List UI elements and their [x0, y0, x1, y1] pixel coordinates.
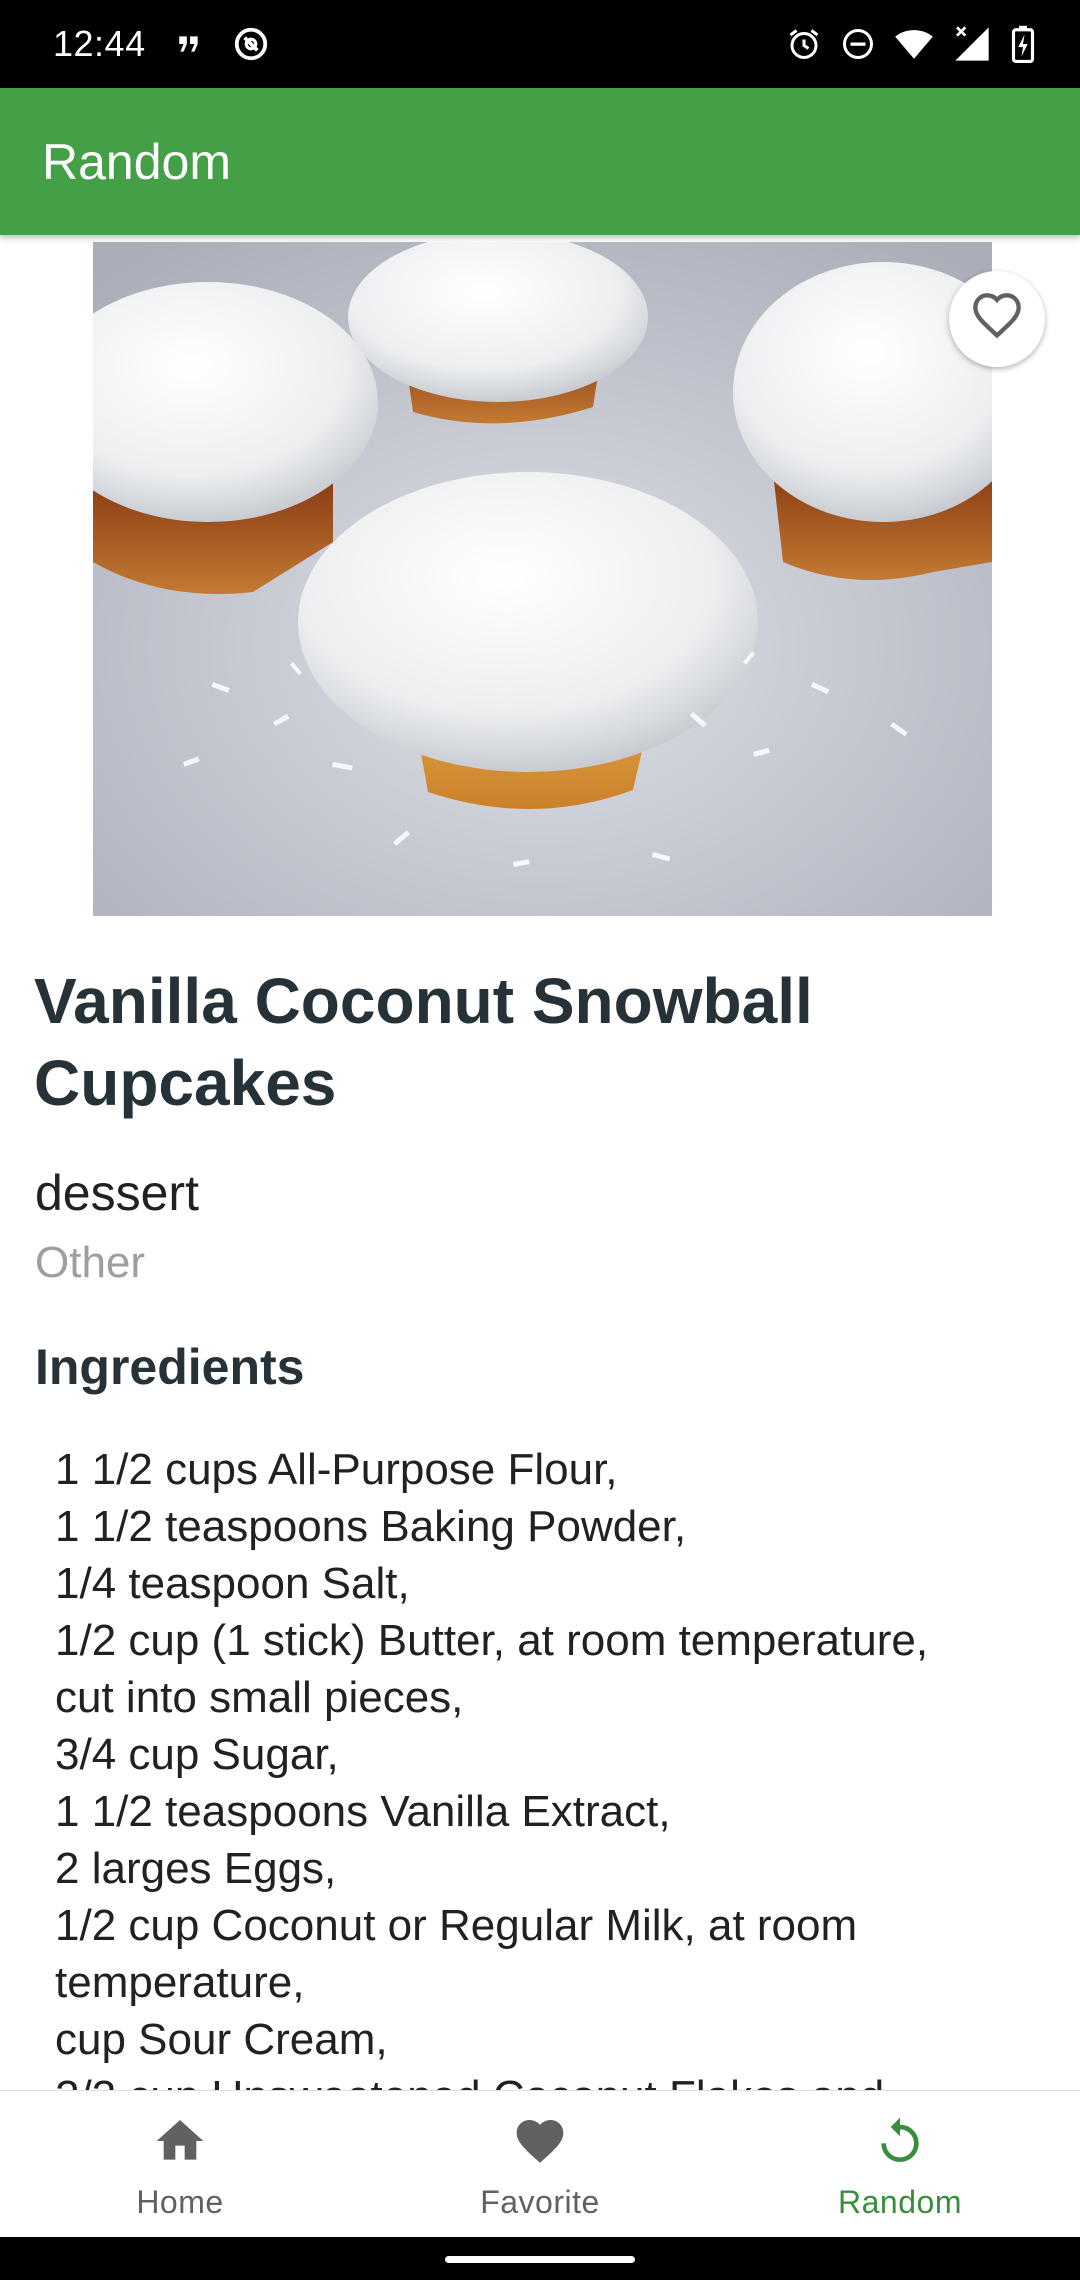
recipe-content[interactable]: Vanilla Coconut Snowball Cupcakes desser… — [0, 235, 1080, 2090]
nav-label-random: Random — [838, 2184, 962, 2220]
heart-outline-icon — [971, 291, 1023, 348]
nav-item-favorite[interactable]: Favorite — [360, 2091, 720, 2237]
status-left: 12:44 — [53, 23, 270, 65]
home-gesture-handle[interactable] — [445, 2256, 635, 2263]
ingredient-line: 1 1/2 teaspoons Baking Powder, — [55, 1502, 687, 1551]
ingredients-heading: Ingredients — [35, 1339, 305, 1395]
ingredients-list: 1 1/2 cups All-Purpose Flour, 1 1/2 teas… — [55, 1441, 1055, 2090]
battery-charging-icon — [1010, 25, 1036, 63]
ingredient-line: 2 larges Eggs, — [55, 1844, 337, 1893]
recipe-area: Other — [35, 1238, 146, 1287]
signal-icon — [952, 24, 992, 64]
at-sign-icon — [232, 25, 270, 63]
app-bar: Random — [0, 88, 1080, 235]
recipe-image — [93, 242, 992, 916]
ingredient-line: 1 1/2 cups All-Purpose Flour, — [55, 1445, 618, 1494]
favorite-toggle-button[interactable] — [949, 271, 1045, 367]
wifi-icon — [894, 26, 934, 62]
status-right — [786, 24, 1036, 64]
do-not-disturb-icon — [840, 26, 876, 62]
nav-label-home: Home — [136, 2184, 224, 2220]
alarm-icon — [786, 26, 822, 62]
gesture-bar — [0, 2237, 1080, 2280]
home-icon — [152, 2113, 208, 2174]
ingredient-line: 2/3 cup Unsweetened Coconut Flakes and — [55, 2068, 1055, 2090]
ingredient-line: 1/2 cup Coconut or Regular Milk, at room — [55, 1901, 858, 1950]
status-time: 12:44 — [53, 23, 146, 64]
app-bar-title: Random — [42, 133, 231, 190]
recipe-title: Vanilla Coconut Snowball Cupcakes — [34, 965, 813, 1119]
cupcakes-photo — [93, 242, 992, 916]
ingredient-line: cut into small pieces, — [55, 1673, 464, 1722]
nav-label-favorite: Favorite — [480, 2184, 600, 2220]
ingredient-line: 1/2 cup (1 stick) Butter, at room temper… — [55, 1616, 929, 1665]
ingredient-line: temperature, — [55, 1958, 305, 2007]
ingredient-line: cup Sour Cream, — [55, 2015, 388, 2064]
ingredient-line: 1 1/2 teaspoons Vanilla Extract, — [55, 1787, 671, 1836]
status-bar: 12:44 — [0, 0, 1080, 88]
ingredient-line: 1/4 teaspoon Salt, — [55, 1559, 410, 1608]
bottom-navigation: Home Favorite Random — [0, 2090, 1080, 2237]
recipe-category: dessert — [35, 1165, 199, 1221]
nav-item-home[interactable]: Home — [0, 2091, 360, 2237]
nav-item-random[interactable]: Random — [720, 2091, 1080, 2237]
quote-icon — [176, 31, 202, 57]
ingredient-line: 3/4 cup Sugar, — [55, 1730, 339, 1779]
heart-icon — [512, 2113, 568, 2174]
screen: 12:44 Random Vanilla Coconut Snowball Cu… — [0, 0, 1080, 2280]
refresh-icon — [872, 2113, 928, 2174]
